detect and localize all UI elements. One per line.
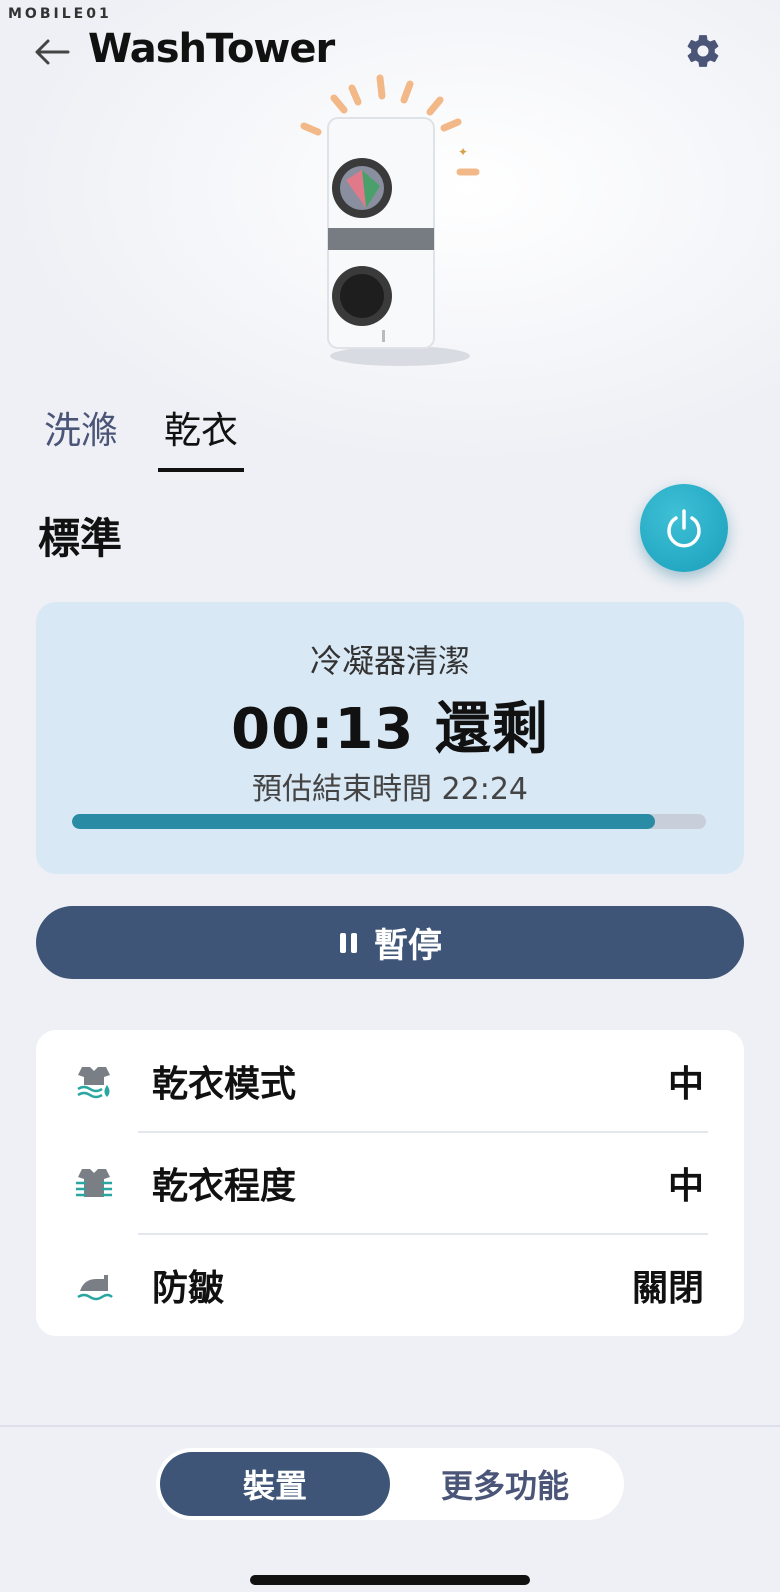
option-value: 中 [667,1166,704,1207]
pause-icon [340,932,357,953]
program-tabs: 洗滌 乾衣 [38,400,244,472]
dry-mode-icon [77,1067,110,1099]
option-value: 關閉 [631,1268,704,1309]
watermark: MOBILE01 [8,6,112,22]
nav-device[interactable]: 裝置 [160,1452,390,1516]
cycle-status-card: 冷凝器清潔 00:13 還剩 預估結束時間 22:24 [36,602,744,874]
pause-label: 暫停 [374,926,442,966]
progress-bar [72,814,706,829]
gear-icon [687,35,719,67]
power-button[interactable] [640,484,728,572]
option-row-dry-mode[interactable]: 乾衣模式 中 [36,1030,744,1132]
remaining-time: 00:13 還剩 [231,697,549,762]
power-icon [667,509,701,548]
option-row-dry-level[interactable]: 乾衣程度 中 [36,1132,744,1234]
tab-dry[interactable]: 乾衣 [158,400,244,472]
estimated-end-time: 預估結束時間 22:24 [252,772,528,807]
pause-button[interactable]: 暫停 [36,906,744,979]
progress-fill [72,814,656,829]
option-value: 中 [667,1064,704,1105]
back-button[interactable] [30,30,74,74]
dry-level-icon [76,1169,112,1197]
bottom-divider [0,1425,780,1427]
page-title: WashTower [88,26,335,72]
cycle-title: 標準 [38,514,123,563]
option-row-anti-wrinkle[interactable]: 防皺 關閉 [36,1234,744,1336]
option-label: 乾衣模式 [152,1064,297,1105]
svg-text:✦: ✦ [458,145,468,159]
tab-wash[interactable]: 洗滌 [38,400,124,466]
settings-button[interactable] [682,30,724,72]
option-label: 乾衣程度 [152,1166,297,1207]
nav-more-features[interactable]: 更多功能 [390,1452,620,1516]
app-screen: MOBILE01 WashTower ✦ 洗滌 乾衣 標準 冷凝器清潔 00:1… [0,0,780,1592]
cycle-step-label: 冷凝器清潔 [309,642,470,680]
arrow-left-icon [35,39,70,65]
iron-icon [77,1275,113,1301]
bottom-segmented-control: 裝置 更多功能 [156,1448,624,1520]
home-indicator[interactable] [250,1575,530,1585]
options-list: 乾衣模式 中 乾衣程度 中 防皺 關閉 [36,1030,744,1336]
option-label: 防皺 [152,1268,225,1309]
washtower-illustration: ✦ [300,74,480,366]
